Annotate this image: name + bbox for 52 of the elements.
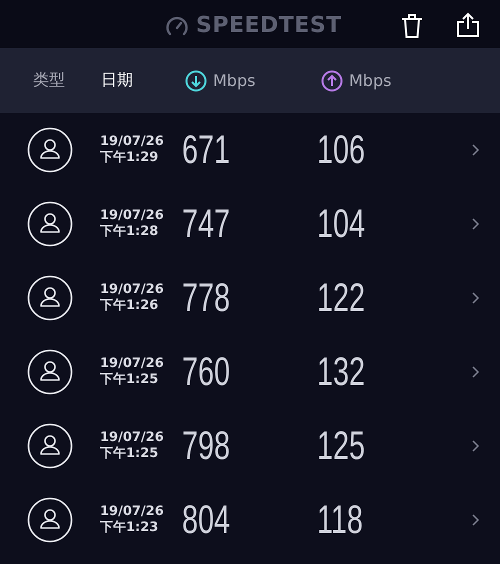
- download-speed: 778: [182, 276, 232, 320]
- upload-speed: 122: [317, 276, 366, 320]
- chevron-icon: [472, 144, 480, 156]
- download-speed: 804: [182, 498, 232, 542]
- download-speed: 798: [182, 424, 232, 468]
- chevron-icon: [472, 514, 480, 526]
- upload-speed: 118: [317, 498, 363, 542]
- test-date: 19/07/26: [100, 208, 165, 224]
- result-row[interactable]: 19/07/26 下午1:29 671 106: [0, 113, 500, 187]
- chevron-icon: [472, 292, 480, 304]
- app-title: SPEEDTEST: [196, 13, 342, 38]
- result-row[interactable]: 19/07/26 下午1:25 760 132: [0, 335, 500, 409]
- test-time: 下午1:25: [100, 372, 160, 388]
- result-row[interactable]: 19/07/26 下午1:28 747 104: [0, 187, 500, 261]
- upload-speed: 132: [317, 350, 366, 394]
- upload-icon: [321, 70, 343, 92]
- chevron-icon: [472, 366, 480, 378]
- column-header[interactable]: Mbps: [321, 70, 392, 92]
- user-icon: [27, 497, 73, 543]
- user-icon: [27, 127, 73, 173]
- trash-icon[interactable]: [400, 13, 424, 39]
- speedometer-icon: [165, 14, 189, 36]
- download-icon: [185, 70, 207, 92]
- result-row[interactable]: 19/07/26 下午1:23 804 118: [0, 483, 500, 557]
- test-date: 19/07/26: [100, 430, 165, 446]
- test-date: 19/07/26: [100, 504, 165, 520]
- test-time: 下午1:25: [100, 446, 160, 462]
- download-speed: 760: [182, 350, 232, 394]
- download-speed: 747: [182, 202, 232, 246]
- upload-speed: 125: [317, 424, 366, 468]
- user-icon: [27, 275, 73, 321]
- user-icon: [27, 349, 73, 395]
- test-date: 19/07/26: [100, 134, 165, 150]
- column-header[interactable]: 日期: [101, 70, 133, 91]
- test-date: 19/07/26: [100, 282, 165, 298]
- test-time: 下午1:23: [100, 520, 160, 536]
- chevron-icon: [472, 218, 480, 230]
- user-icon: [27, 201, 73, 247]
- column-header[interactable]: 类型: [33, 70, 65, 91]
- column-header[interactable]: Mbps: [185, 70, 256, 92]
- user-icon: [27, 423, 73, 469]
- upload-speed: 106: [317, 128, 366, 172]
- download-speed: 671: [182, 128, 232, 172]
- share-icon[interactable]: [456, 12, 480, 38]
- test-date: 19/07/26: [100, 356, 165, 372]
- upload-speed: 104: [317, 202, 366, 246]
- result-row[interactable]: 19/07/26 下午1:26 778 122: [0, 261, 500, 335]
- test-time: 下午1:29: [100, 150, 160, 166]
- chevron-icon: [472, 440, 480, 452]
- test-time: 下午1:28: [100, 224, 160, 240]
- result-row[interactable]: 19/07/26 下午1:25 798 125: [0, 409, 500, 483]
- test-time: 下午1:26: [100, 298, 160, 314]
